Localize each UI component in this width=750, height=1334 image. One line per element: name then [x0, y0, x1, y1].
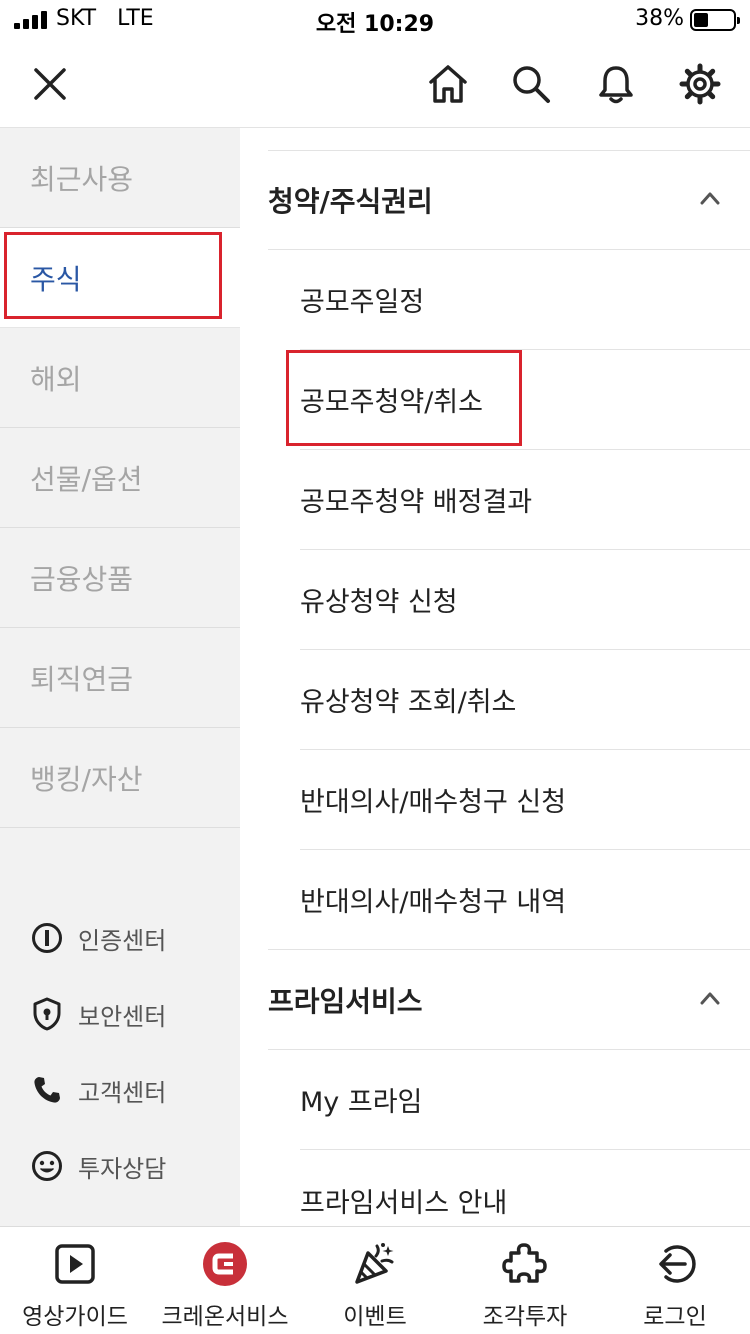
puzzle-icon	[502, 1241, 548, 1287]
header	[0, 40, 750, 128]
sidebar-item-financial-products[interactable]: 금융상품	[0, 528, 240, 628]
phone-icon	[30, 1073, 64, 1107]
play-icon	[52, 1241, 98, 1287]
menu-item-rights-offering-inquiry[interactable]: 유상청약 조회/취소	[300, 650, 750, 750]
tab-event[interactable]: 이벤트	[300, 1227, 450, 1334]
close-icon[interactable]	[28, 62, 72, 106]
utility-label: 인증센터	[78, 926, 167, 955]
tab-video-guide[interactable]: 영상가이드	[0, 1227, 150, 1334]
highlight-box	[286, 350, 522, 446]
menu-item-ipo-subscribe-cancel[interactable]: 공모주청약/취소	[286, 350, 750, 450]
menu-item-label: My 프라임	[300, 1087, 423, 1118]
menu-item-ipo-schedule[interactable]: 공모주일정	[300, 250, 750, 350]
menu-item-label: 프라임서비스 안내	[300, 1187, 508, 1219]
section-header-subscription-rights[interactable]: 청약/주식권리	[268, 150, 750, 250]
sidebar-item-overseas[interactable]: 해외	[0, 328, 240, 428]
status-bar: SKT LTE 오전 10:29 38%	[0, 0, 750, 40]
customer-center-link[interactable]: 고객센터	[0, 1052, 240, 1128]
utility-links: 인증센터 보안센터 고객센터 투자상담	[0, 900, 240, 1204]
login-icon	[652, 1241, 698, 1287]
tab-label: 로그인	[643, 1304, 707, 1330]
menu-item-prime-service-guide[interactable]: 프라임서비스 안내	[300, 1150, 750, 1226]
menu-item-label: 반대의사/매수청구 신청	[300, 787, 567, 818]
bell-icon[interactable]	[594, 62, 638, 106]
tab-creon-service[interactable]: 크레온서비스	[150, 1227, 300, 1334]
submenu-panel: 청약/주식권리 공모주일정 공모주청약/취소 공모주청약 배정결과 유상청약 신…	[240, 128, 750, 1226]
shield-icon	[30, 997, 64, 1031]
menu-item-label: 반대의사/매수청구 내역	[300, 887, 567, 918]
tab-label: 조각투자	[482, 1304, 568, 1330]
menu-item-appraisal-request-history[interactable]: 반대의사/매수청구 내역	[268, 850, 750, 950]
menu-item-appraisal-request-apply[interactable]: 반대의사/매수청구 신청	[300, 750, 750, 850]
section-title: 청약/주식권리	[268, 184, 433, 218]
tab-label: 이벤트	[343, 1304, 407, 1330]
security-center-link[interactable]: 보안센터	[0, 976, 240, 1052]
bottom-tab-bar: 영상가이드 크레온서비스 이벤트 조각투자 로그인	[0, 1226, 750, 1334]
chevron-up-icon	[700, 192, 720, 205]
menu-item-my-prime[interactable]: My 프라임	[300, 1050, 750, 1150]
tab-fractional-investment[interactable]: 조각투자	[450, 1227, 600, 1334]
tab-login[interactable]: 로그인	[600, 1227, 750, 1334]
home-icon[interactable]	[426, 62, 470, 106]
menu-item-ipo-allocation-result[interactable]: 공모주청약 배정결과	[300, 450, 750, 550]
utility-label: 고객센터	[78, 1078, 167, 1107]
certification-center-link[interactable]: 인증센터	[0, 900, 240, 976]
tab-label: 크레온서비스	[161, 1304, 289, 1330]
battery-percent: 38%	[635, 6, 684, 31]
chevron-up-icon	[700, 992, 720, 1005]
search-icon[interactable]	[509, 62, 553, 106]
sidebar-item-label: 금융상품	[30, 562, 134, 596]
sidebar-item-recent[interactable]: 최근사용	[0, 128, 240, 228]
menu-item-label: 유상청약 조회/취소	[300, 687, 517, 718]
sidebar-item-banking-assets[interactable]: 뱅킹/자산	[0, 728, 240, 828]
sidebar-item-label: 퇴직연금	[30, 662, 134, 696]
section-title: 프라임서비스	[268, 984, 423, 1018]
certificate-icon	[30, 921, 64, 955]
sidebar-item-label: 해외	[30, 362, 82, 396]
creon-logo-icon	[202, 1241, 248, 1287]
menu-item-label: 공모주청약 배정결과	[300, 487, 533, 518]
battery-icon	[690, 9, 740, 31]
tab-label: 영상가이드	[22, 1304, 128, 1330]
party-popper-icon	[352, 1241, 398, 1287]
utility-label: 투자상담	[78, 1154, 167, 1183]
menu-item-rights-offering-apply[interactable]: 유상청약 신청	[300, 550, 750, 650]
sidebar-item-label: 뱅킹/자산	[30, 762, 143, 796]
menu-item-label: 유상청약 신청	[300, 587, 458, 618]
menu-item-label: 공모주일정	[300, 287, 425, 318]
category-sidebar: 최근사용 주식 해외 선물/옵션 금융상품 퇴직연금 뱅킹/자산 인증센터 보안…	[0, 128, 240, 1226]
sidebar-item-pension[interactable]: 퇴직연금	[0, 628, 240, 728]
utility-label: 보안센터	[78, 1002, 167, 1031]
sidebar-item-stocks[interactable]: 주식	[0, 228, 240, 328]
sidebar-item-label: 최근사용	[30, 162, 134, 196]
highlight-box	[4, 232, 222, 319]
investment-consulting-link[interactable]: 투자상담	[0, 1128, 240, 1204]
smiley-icon	[30, 1149, 64, 1183]
sidebar-item-futures-options[interactable]: 선물/옵션	[0, 428, 240, 528]
sidebar-item-label: 선물/옵션	[30, 462, 143, 496]
section-header-prime-service[interactable]: 프라임서비스	[268, 950, 750, 1050]
gear-icon[interactable]	[678, 62, 722, 106]
